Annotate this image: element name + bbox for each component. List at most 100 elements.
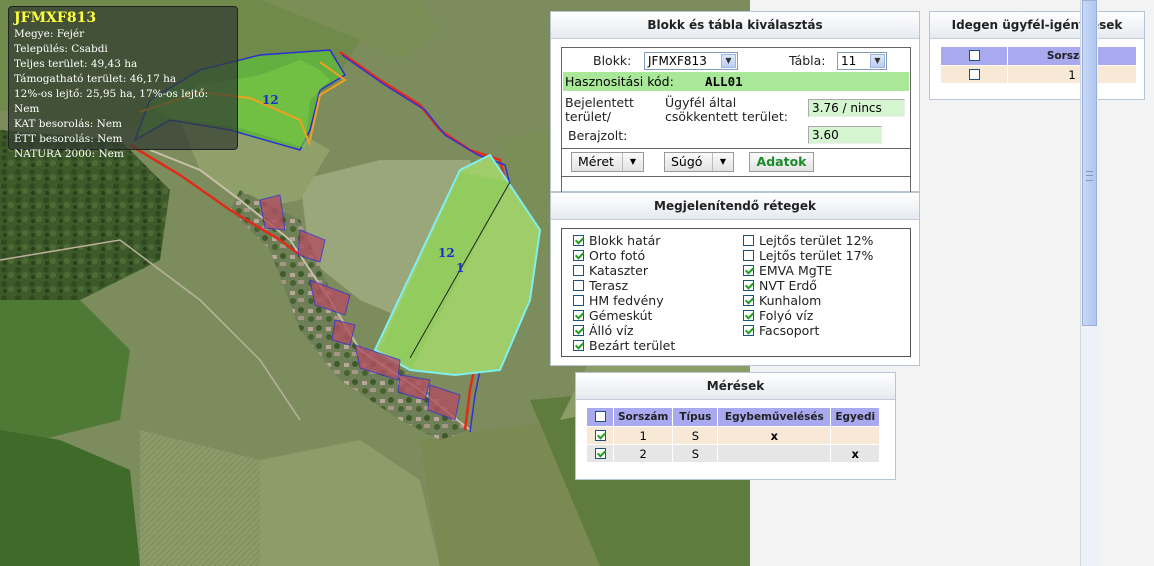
checkbox[interactable] [743,235,754,246]
blokk-select-value: JFMXF813 [648,54,707,68]
block-info-box: JFMXF813 Megye: Fejér Település: Csabdi … [8,6,238,160]
chevron-down-icon[interactable]: ▼ [712,153,733,171]
scrollbar-thumb[interactable] [1082,0,1097,326]
layer-hm-fedveny[interactable]: HM fedvény [573,293,664,308]
checkbox[interactable] [573,310,584,321]
divider [562,148,910,149]
measurements-table: Sorszám Típus Egybeművelésés Egyedi 1 S … [586,407,880,463]
layer-lejtos-17[interactable]: Lejtős terület 17% [743,248,873,263]
usage-code-value: ALL01 [705,74,743,89]
layer-label: Lejtős terület 17% [759,248,874,263]
layer-label: Blokk határ [589,233,661,248]
blokk-label: Blokk: [593,53,632,68]
info-total-area: Teljes terület: 49,43 ha [14,58,138,70]
checkbox[interactable] [573,295,584,306]
layer-emva-mgte[interactable]: EMVA MgTE [743,263,832,278]
column-header: Sorszám [1008,47,1136,65]
grip-icon [1086,171,1093,181]
block-code: JFMXF813 [14,10,97,26]
divider [562,176,910,177]
cell-sorszam: 1 [1008,66,1136,83]
layer-allo-viz[interactable]: Álló víz [573,323,634,338]
checkbox[interactable] [573,280,584,291]
row-select[interactable] [941,66,1007,83]
checkbox[interactable] [573,340,584,351]
layer-folyo-viz[interactable]: Folyó víz [743,308,813,323]
block-selection-title: Blokk és tábla kiválasztás [551,12,919,39]
checkbox[interactable] [573,265,584,276]
layers-list: Blokk határ Orto fotó Kataszter Terasz H… [561,228,911,357]
chevron-down-icon[interactable]: ▼ [721,54,736,68]
chevron-down-icon[interactable]: ▼ [870,54,885,68]
checkbox[interactable] [594,429,606,441]
layer-terasz[interactable]: Terasz [573,278,628,293]
layer-nvt-erdo[interactable]: NVT Erdő [743,278,817,293]
info-eligible-area: Támogatható terület: 46,17 ha [14,73,177,85]
checkbox[interactable] [968,49,980,61]
checkbox[interactable] [743,310,754,321]
blokk-select[interactable]: JFMXF813 ▼ [644,52,738,70]
checkbox[interactable] [573,250,584,261]
checkbox[interactable] [594,410,606,422]
column-header: Egybeművelésés [718,408,831,426]
cell-sorszam: 2 [614,445,673,462]
column-header: Egyedi [831,408,880,426]
row-select[interactable] [587,445,613,462]
info-kat: KAT besorolás: Nem [14,118,122,130]
checkbox[interactable] [594,447,606,459]
layer-kunhalom[interactable]: Kunhalom [743,293,821,308]
foreign-claims-table: Sorszám 1 [940,46,1137,84]
tabla-select[interactable]: 11 ▼ [837,52,887,70]
drawn-area-label: Berajzolt: [568,128,628,143]
drawn-area-field[interactable]: 3.60 [808,126,882,144]
reduced-area-label-2: csökkentett terület: [665,109,788,124]
layer-label: Bezárt terület [589,338,676,353]
block-selection-panel: Blokk és tábla kiválasztás Blokk: JFMXF8… [550,11,920,193]
select-all-header[interactable] [587,408,613,426]
layer-label: Gémeskút [589,308,653,323]
checkbox[interactable] [743,280,754,291]
checkbox[interactable] [743,265,754,276]
layer-label: Lejtős terület 12% [759,233,874,248]
help-button[interactable]: Súgó ▼ [664,152,734,172]
layer-lejtos-12[interactable]: Lejtős terület 12% [743,233,873,248]
layer-label: EMVA MgTE [759,263,833,278]
data-button[interactable]: Adatok [749,152,814,172]
layer-kataszter[interactable]: Kataszter [573,263,648,278]
checkbox[interactable] [573,325,584,336]
layer-bezart-terulet[interactable]: Bezárt terület [573,338,675,353]
table-row[interactable]: 1 [941,66,1136,83]
layer-gemeskut[interactable]: Gémeskút [573,308,652,323]
layer-blokk-hatar[interactable]: Blokk határ [573,233,660,248]
checkbox[interactable] [968,68,980,80]
layer-label: HM fedvény [589,293,664,308]
layer-orto-foto[interactable]: Orto fotó [573,248,645,263]
layer-label: NVT Erdő [759,278,817,293]
checkbox[interactable] [573,235,584,246]
checkbox[interactable] [743,250,754,261]
vertical-scrollbar[interactable] [1080,0,1098,566]
layer-label: Kataszter [589,263,649,278]
select-all-header[interactable] [941,47,1007,65]
chevron-down-icon[interactable]: ▼ [622,153,643,171]
size-button[interactable]: Méret ▼ [571,152,644,172]
info-natura: NATURA 2000: Nem [14,148,124,160]
cell-egyedi [831,427,880,444]
column-header: Típus [673,408,718,426]
usage-code-bar: Hasznositási kód: ALL01 [563,72,909,91]
layer-label: Terasz [589,278,629,293]
table-header: Sorszám Típus Egybeművelésés Egyedi [587,408,880,426]
cell-egyedi: x [831,445,880,462]
measurements-title: Mérések [576,373,895,400]
layer-facsoport[interactable]: Facsoport [743,323,819,338]
table-row[interactable]: 1 S x [587,427,880,444]
cell-tipus: S [673,445,718,462]
row-select[interactable] [587,427,613,444]
checkbox[interactable] [743,295,754,306]
table-header: Sorszám [941,47,1136,65]
parcel-label-12-top: 12 [262,93,279,107]
declared-area-field[interactable]: 3.76 / nincs [808,99,905,117]
cell-tipus: S [673,427,718,444]
checkbox[interactable] [743,325,754,336]
table-row[interactable]: 2 S x [587,445,880,462]
